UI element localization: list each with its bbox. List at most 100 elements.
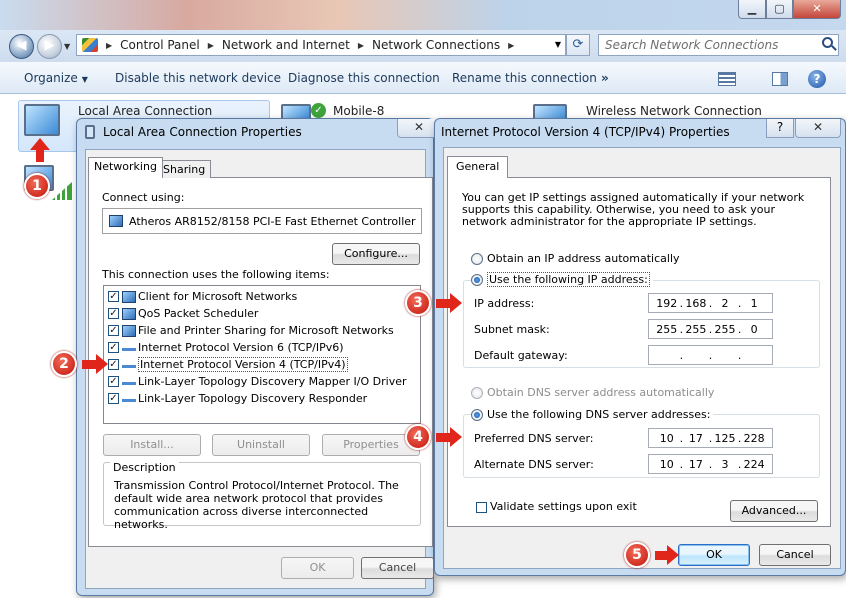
protocol-icon	[122, 399, 136, 402]
item-label: Internet Protocol Version 4 (TCP/IPv4)	[138, 357, 348, 372]
validate-option[interactable]: Validate settings upon exit	[476, 500, 637, 513]
subnet-mask-input[interactable]: 255. 255. 255. 0	[648, 319, 773, 339]
chevron-right-icon[interactable]: ▶	[508, 41, 514, 50]
breadcrumb-control-panel[interactable]: Control Panel	[120, 38, 200, 52]
change-view-icon[interactable]	[718, 72, 736, 86]
back-button[interactable]: ◀	[9, 34, 34, 59]
disable-device-button[interactable]: Disable this network device	[115, 71, 281, 85]
diagnose-button[interactable]: Diagnose this connection	[288, 71, 440, 85]
auto-dns-option[interactable]: Obtain DNS server address automatically	[471, 386, 714, 399]
arrow-right-icon	[450, 293, 462, 313]
item-label: Client for Microsoft Networks	[138, 290, 298, 303]
maximize-button[interactable]: ▢	[766, 0, 793, 19]
protocol-icon	[122, 348, 136, 351]
install-button[interactable]: Install...	[103, 434, 201, 456]
uninstall-button[interactable]: Uninstall	[212, 434, 310, 456]
option-label: Obtain an IP address automatically	[487, 252, 680, 265]
adapter-field: Atheros AR8152/8158 PCI-E Fast Ethernet …	[102, 208, 422, 234]
arrow-right-icon	[436, 299, 450, 308]
organize-menu[interactable]: Organize ▼	[24, 71, 88, 85]
checkbox[interactable]: ✓	[108, 291, 119, 302]
search-input[interactable]: Search Network Connections	[598, 34, 839, 56]
address-bar[interactable]: ▶ Control Panel ▶ Network and Internet ▶…	[76, 34, 566, 56]
items-list[interactable]: ✓ Client for Microsoft Networks ✓ QoS Pack…	[103, 285, 421, 424]
close-window-button[interactable]: ✕	[793, 0, 841, 19]
tab-networking[interactable]: Networking	[88, 157, 163, 178]
help-icon[interactable]: ?	[808, 70, 826, 88]
chevron-right-icon[interactable]: ▶	[358, 41, 364, 50]
lac-ok-button[interactable]: OK	[281, 557, 354, 579]
checkbox[interactable]: ✓	[108, 325, 119, 336]
network-adapter-icon	[85, 125, 95, 139]
ip-address-label: IP address:	[474, 297, 535, 310]
chevron-right-icon[interactable]: ▶	[208, 41, 214, 50]
radio-button[interactable]	[471, 274, 483, 286]
help-button[interactable]: ?	[766, 119, 794, 138]
radio-button[interactable]	[471, 253, 483, 265]
window-titlebar	[0, 0, 846, 30]
breadcrumb-network-connections[interactable]: Network Connections	[372, 38, 500, 52]
list-item[interactable]: ✓ QoS Packet Scheduler	[108, 305, 416, 322]
refresh-button[interactable]: ⟳	[566, 34, 590, 56]
list-item-ipv4[interactable]: ✓ Internet Protocol Version 4 (TCP/IPv4)	[108, 356, 416, 373]
items-label: This connection uses the following items…	[102, 268, 330, 281]
preferred-dns-input[interactable]: 10. 17. 125. 228	[648, 428, 773, 448]
control-panel-icon	[82, 38, 98, 52]
list-item[interactable]: ✓ Link-Layer Topology Discovery Responder	[108, 390, 416, 407]
radio-button[interactable]	[471, 387, 483, 399]
list-item[interactable]: ✓ File and Printer Sharing for Microsoft …	[108, 322, 416, 339]
checkbox[interactable]: ✓	[108, 342, 119, 353]
close-button[interactable]: ✕	[795, 119, 841, 138]
minimize-button[interactable]: ▁	[738, 0, 766, 19]
preview-pane-icon[interactable]	[772, 72, 788, 86]
radio-button[interactable]	[471, 409, 483, 421]
step-marker-5: 5	[624, 542, 650, 568]
list-item[interactable]: ✓ Link-Layer Topology Discovery Mapper I/…	[108, 373, 416, 390]
ip-cancel-button[interactable]: Cancel	[759, 544, 831, 566]
forward-button[interactable]: ▶	[37, 34, 62, 59]
description-text: Transmission Control Protocol/Internet P…	[114, 479, 399, 531]
breadcrumb-network-and-internet[interactable]: Network and Internet	[222, 38, 350, 52]
step-marker-1: 1	[24, 173, 50, 199]
default-gateway-input[interactable]: ...	[648, 345, 773, 365]
checkbox[interactable]: ✓	[108, 308, 119, 319]
arrow-right-icon	[450, 427, 462, 447]
step-marker-3: 3	[405, 290, 431, 316]
description-label: Description	[110, 461, 179, 474]
checkbox[interactable]: ✓	[108, 376, 119, 387]
list-item[interactable]: ✓ Client for Microsoft Networks	[108, 288, 416, 305]
rename-button[interactable]: Rename this connection	[452, 71, 597, 85]
list-item[interactable]: ✓ Internet Protocol Version 6 (TCP/IPv6)	[108, 339, 416, 356]
item-label: Internet Protocol Version 6 (TCP/IPv6)	[138, 341, 344, 354]
search-icon[interactable]	[822, 37, 833, 48]
address-dropdown-icon[interactable]: ▼	[555, 40, 561, 49]
checkbox[interactable]: ✓	[108, 393, 119, 404]
recent-pages-dropdown-icon[interactable]: ▼	[64, 42, 70, 51]
preferred-dns-label: Preferred DNS server:	[474, 432, 594, 445]
network-computer-icon[interactable]	[24, 104, 60, 136]
alternate-dns-input[interactable]: 10. 17. 3. 224	[648, 454, 773, 474]
arrow-right-icon	[96, 354, 108, 374]
arrow-right-icon	[655, 551, 667, 560]
configure-button[interactable]: Configure...	[332, 243, 420, 265]
item-label: Link-Layer Topology Discovery Mapper I/O…	[138, 375, 407, 388]
more-commands-button[interactable]: »	[601, 71, 609, 85]
auto-ip-option[interactable]: Obtain an IP address automatically	[471, 252, 680, 265]
manual-ip-option[interactable]: Use the following IP address:	[471, 272, 653, 287]
connection-name-wireless[interactable]: Wireless Network Connection	[586, 104, 762, 118]
advanced-button[interactable]: Advanced...	[730, 500, 818, 522]
tab-sharing[interactable]: Sharing	[157, 160, 212, 178]
tab-general[interactable]: General	[447, 156, 509, 178]
ip-address-input[interactable]: 192. 168. 2. 1	[648, 293, 773, 313]
ip-ok-button[interactable]: OK	[678, 544, 750, 566]
connection-name-local-area[interactable]: Local Area Connection	[78, 104, 212, 118]
checkbox[interactable]	[476, 501, 487, 513]
intro-text: You can get IP settings assigned automat…	[462, 191, 805, 228]
protocol-icon	[122, 365, 136, 368]
connection-name-mobile[interactable]: Mobile-8	[333, 104, 384, 118]
network-service-icon	[122, 307, 136, 320]
manual-dns-option[interactable]: Use the following DNS server addresses:	[471, 408, 714, 421]
chevron-right-icon[interactable]: ▶	[106, 41, 112, 50]
lac-cancel-button[interactable]: Cancel	[361, 557, 434, 579]
checkbox[interactable]: ✓	[108, 359, 119, 370]
